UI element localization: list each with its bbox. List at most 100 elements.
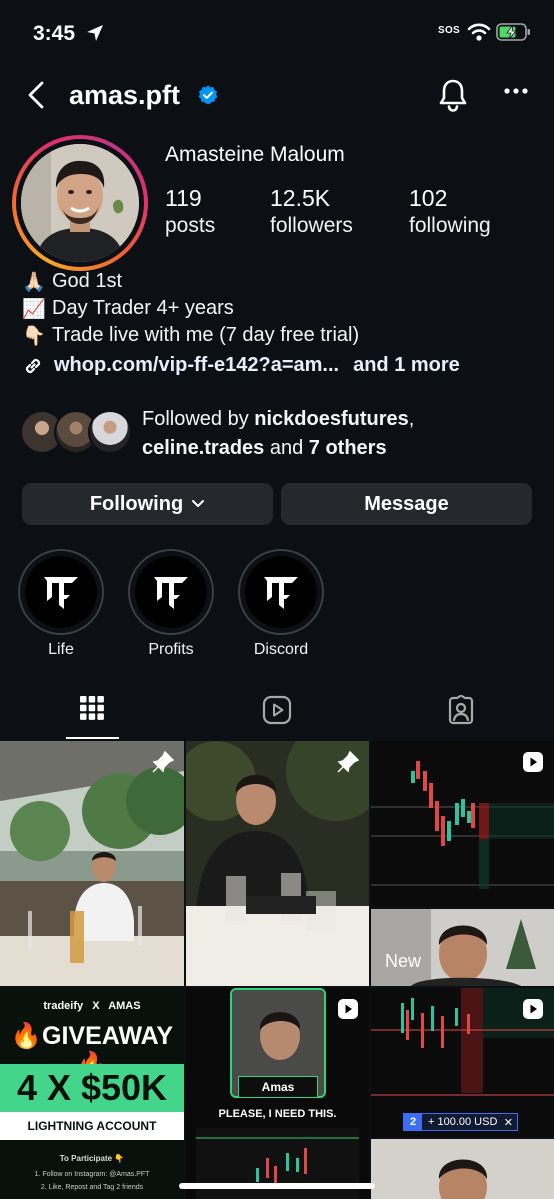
followers-count: 12.5K bbox=[270, 185, 331, 211]
giveaway-participate: To Participate 👇 bbox=[59, 1154, 125, 1163]
highlight-life[interactable]: Life bbox=[18, 549, 104, 659]
pf-logo-icon bbox=[44, 577, 78, 609]
posts-count: 119 bbox=[165, 185, 202, 211]
giveaway-brand: tradeify bbox=[43, 1000, 84, 1012]
more-options-icon[interactable] bbox=[503, 87, 529, 95]
order-close: ✕ bbox=[503, 1116, 513, 1129]
following-button[interactable]: Following bbox=[22, 483, 273, 525]
post-thumbnail[interactable]: New bbox=[371, 909, 554, 986]
posts-grid: New tradeify X AMAS 🔥GIVEAWAY🔥 4 X $50K … bbox=[0, 741, 554, 1199]
battery-charging-icon bbox=[496, 23, 530, 41]
reel-name-tag: Amas bbox=[238, 1076, 318, 1098]
reel-icon bbox=[523, 752, 543, 772]
bio-link[interactable]: whop.com/vip-ff-e142?a=am... bbox=[54, 354, 339, 377]
sos-indicator: SOS bbox=[438, 25, 461, 36]
highlight-discord[interactable]: Discord bbox=[238, 549, 324, 659]
message-button-label: Message bbox=[364, 492, 449, 515]
posts-label: posts bbox=[165, 214, 216, 237]
followed-by-user[interactable]: nickdoesfutures bbox=[254, 408, 408, 430]
stat-posts[interactable]: 119 posts bbox=[165, 185, 215, 238]
grid-icon bbox=[80, 696, 104, 720]
giveaway-subtitle: LIGHTNING ACCOUNT bbox=[0, 1112, 184, 1140]
home-indicator[interactable] bbox=[179, 1183, 375, 1189]
location-arrow-icon bbox=[87, 25, 103, 41]
link-icon bbox=[25, 358, 41, 373]
post-thumbnail[interactable] bbox=[0, 741, 184, 986]
pf-logo-icon bbox=[264, 577, 298, 609]
reel-caption: PLEASE, I NEED THIS. bbox=[218, 1108, 337, 1120]
stat-followers[interactable]: 12.5K followers bbox=[270, 185, 353, 238]
order-line: 2 + 100.00 USD ✕ bbox=[403, 1113, 518, 1131]
bio-line: 🙏🏻 God 1st bbox=[22, 268, 359, 295]
status-time: 3:45 bbox=[33, 22, 76, 45]
reel-icon bbox=[338, 999, 358, 1019]
tab-posts[interactable] bbox=[0, 685, 184, 739]
pin-icon bbox=[337, 751, 359, 773]
following-button-label: Following bbox=[89, 492, 184, 515]
mutual-avatar bbox=[88, 410, 132, 454]
post-thumbnail[interactable] bbox=[371, 1139, 554, 1199]
post-thumbnail[interactable]: tradeify X AMAS 🔥GIVEAWAY🔥 4 X $50K LIGH… bbox=[0, 988, 184, 1199]
pf-logo-icon bbox=[154, 577, 188, 609]
giveaway-amount: 4 X $50K bbox=[0, 1064, 184, 1112]
bio-text: Day Trader 4+ years bbox=[52, 297, 234, 319]
following-label: following bbox=[409, 214, 491, 237]
giveaway-step: 1. Follow on Instagram: @Amas.PFT bbox=[34, 1171, 150, 1178]
profile-username: amas.pft bbox=[69, 80, 181, 110]
followed-by-separator: , bbox=[408, 408, 415, 430]
post-thumbnail[interactable] bbox=[371, 741, 554, 907]
giveaway-partner: AMAS bbox=[108, 1000, 141, 1012]
bio-line: 📈 Day Trader 4+ years bbox=[22, 295, 359, 322]
reel-icon bbox=[523, 999, 543, 1019]
bio-link-row[interactable]: whop.com/vip-ff-e142?a=am... and 1 more bbox=[22, 354, 460, 377]
bio-line: 👇🏻 Trade live with me (7 day free trial) bbox=[22, 322, 359, 349]
highlight-label: Life bbox=[48, 641, 74, 658]
order-value: + 100.00 USD bbox=[428, 1116, 498, 1128]
bio: 🙏🏻 God 1st 📈 Day Trader 4+ years 👇🏻 Trad… bbox=[22, 268, 359, 349]
chevron-down-icon bbox=[192, 500, 205, 507]
message-button[interactable]: Message bbox=[281, 483, 532, 525]
status-bar: 3:45 SOS bbox=[0, 0, 554, 64]
tab-tagged[interactable] bbox=[369, 685, 553, 739]
post-thumbnail[interactable]: 2 + 100.00 USD ✕ bbox=[371, 988, 554, 1137]
giveaway-step: 2. Like, Repost and Tag 2 friends bbox=[40, 1184, 144, 1191]
full-name: Amasteine Maloum bbox=[165, 143, 345, 166]
active-tab-indicator bbox=[66, 737, 119, 739]
bio-text: Trade live with me (7 day free trial) bbox=[52, 324, 360, 346]
followed-by-others[interactable]: 7 others bbox=[309, 437, 387, 459]
bio-link-more[interactable]: and 1 more bbox=[353, 354, 460, 377]
profile-avatar[interactable] bbox=[21, 144, 139, 262]
followed-by-user[interactable]: celine.trades bbox=[142, 437, 264, 459]
pin-icon bbox=[152, 751, 174, 773]
followed-by-text[interactable]: Followed by nickdoesfutures, celine.trad… bbox=[142, 405, 542, 463]
followed-by-prefix: Followed by bbox=[142, 408, 255, 430]
wifi-icon bbox=[467, 23, 491, 41]
bell-icon[interactable] bbox=[437, 78, 469, 112]
pointing-down-emoji: 👇🏻 bbox=[22, 325, 46, 347]
bio-text: God 1st bbox=[52, 270, 123, 292]
following-count: 102 bbox=[409, 185, 448, 211]
tagged-icon bbox=[448, 695, 474, 725]
praying-hands-emoji: 🙏🏻 bbox=[22, 271, 46, 293]
reels-icon bbox=[262, 695, 292, 725]
highlight-profits[interactable]: Profits bbox=[128, 549, 214, 659]
tab-reels[interactable] bbox=[185, 685, 369, 739]
followed-by-and: and bbox=[264, 437, 309, 459]
chart-emoji: 📈 bbox=[22, 298, 46, 320]
giveaway-title: GIVEAWAY bbox=[42, 1022, 174, 1050]
order-qty: 2 bbox=[404, 1114, 422, 1130]
back-arrow-icon[interactable] bbox=[24, 80, 52, 110]
verified-badge-icon bbox=[198, 85, 218, 105]
new-label: New bbox=[385, 951, 422, 971]
highlight-label: Profits bbox=[148, 641, 194, 658]
highlight-label: Discord bbox=[253, 641, 309, 658]
giveaway-x: X bbox=[92, 1000, 100, 1012]
profile-tabs bbox=[0, 685, 554, 739]
mutual-followers-avatars[interactable] bbox=[20, 410, 132, 454]
fire-emoji: 🔥 bbox=[10, 1022, 43, 1050]
stat-following[interactable]: 102 following bbox=[409, 185, 491, 238]
story-ring[interactable] bbox=[12, 135, 148, 271]
post-thumbnail[interactable]: Amas PLEASE, I NEED THIS. bbox=[186, 988, 369, 1199]
profile-header: amas.pft bbox=[0, 70, 554, 120]
post-thumbnail[interactable] bbox=[186, 741, 369, 986]
